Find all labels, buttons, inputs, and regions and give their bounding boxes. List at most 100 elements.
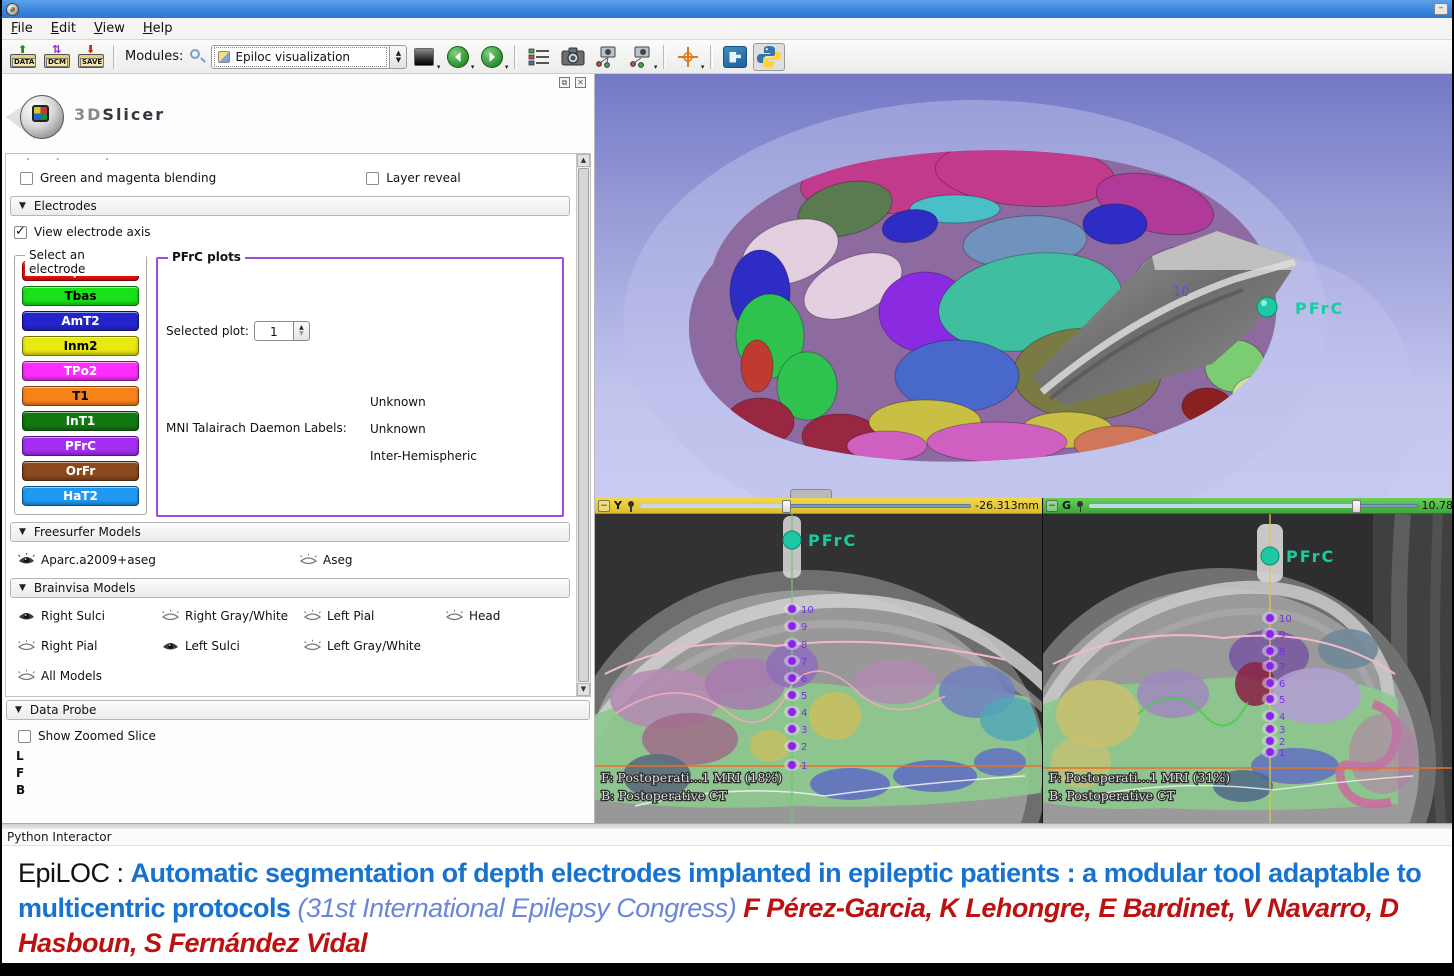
electrode-button-t1[interactable]: T1 [22,386,139,406]
slice-yellow-header: − Y -26.313mm [595,498,1042,514]
eye-open-icon [18,609,35,623]
module-selector-combobox[interactable]: Epiloc visualization ▲▼ [211,45,407,69]
model-label: Aseg [323,553,352,567]
threed-view[interactable]: 10 PFrC [595,74,1454,498]
contact-number: 5 [801,691,807,702]
load-data-icon: ⬆ DATA [10,46,36,68]
slider-handle[interactable] [782,500,791,513]
contact-number: 2 [1279,737,1285,748]
collapse-button[interactable]: − [598,500,610,512]
eye-closed-icon [446,609,463,623]
pin-icon[interactable] [1075,500,1085,512]
scrollbar-thumb[interactable] [578,168,589,682]
show-zoomed-slice-checkbox[interactable] [18,730,31,743]
model-2-toggle[interactable]: Left Pial [304,609,446,623]
load-data-button[interactable]: ⬆ DATA [7,43,39,71]
foreground-layer-label: F: Postoperati...1 MRI (31%) [1049,770,1230,785]
dicom-icon: ⇅ DCM [44,46,70,68]
minimize-button[interactable]: – [1434,3,1448,15]
logo-text-slicer: Slicer [102,105,165,124]
view-electrode-axis-checkbox[interactable] [14,226,27,239]
contact-marker [1266,647,1275,656]
collapse-triangle-icon: ▼ [19,583,26,593]
contact-marker [1266,614,1275,623]
section-brainvisa[interactable]: ▼ Brainvisa Models [10,578,570,598]
python-interactor-button[interactable] [753,43,785,71]
contact-marker [788,640,797,649]
section-freesurfer[interactable]: ▼ Freesurfer Models [10,522,570,542]
contact-number: 8 [1279,647,1285,658]
python-interactor-title[interactable]: Python Interactor [2,829,1452,846]
green-magenta-checkbox[interactable] [20,172,33,185]
electrode-button-tbas[interactable]: Tbas [22,286,139,306]
panel-scrollbar[interactable]: ▲ ▼ [576,154,590,696]
electrode-label-3d: PFrC [1295,299,1344,318]
slice-view-yellow[interactable]: − Y -26.313mm [595,498,1043,823]
contact-number: 9 [801,622,807,633]
mni-labels-caption: MNI Talairach Daemon Labels: [166,421,347,435]
module-search-icon[interactable] [189,48,207,66]
electrode-button-amt2[interactable]: AmT2 [22,311,139,331]
electrode-button-int1[interactable]: InT1 [22,411,139,431]
contact-marker [1266,737,1275,746]
crosshair-button[interactable]: ▾ [672,43,704,71]
module-panel: ⧉ ✕ 3DSlicer ˯ ˯ ˯ Green and magenta ble… [2,74,595,823]
extensions-button[interactable] [719,43,751,71]
section-data-probe[interactable]: ▼ Data Probe [6,700,590,720]
scroll-down-icon[interactable]: ▼ [577,683,590,696]
model-1-toggle[interactable]: Right Gray/White [162,609,304,623]
menu-file[interactable]: File [2,19,42,38]
menu-edit[interactable]: Edit [42,19,85,38]
contact-number: 8 [801,640,807,651]
section-electrodes[interactable]: ▼ Electrodes [10,196,570,216]
electrode-button-tpo2[interactable]: TPo2 [22,361,139,381]
slice-controller-tab[interactable] [790,489,832,498]
menu-help[interactable]: Help [134,19,182,38]
collapse-button[interactable]: − [1046,500,1058,512]
model-5-toggle[interactable]: Left Sulci [162,639,304,653]
up-arrow-icon: ⬆ [18,44,27,55]
model-0-toggle[interactable]: Right Sulci [18,609,162,623]
model-4-toggle[interactable]: Right Pial [18,639,162,653]
save-icon: ⬇ SAVE [78,46,104,68]
menu-view[interactable]: View [85,19,134,38]
slice-offset-slider[interactable] [640,500,971,512]
model-3-toggle[interactable]: Head [446,609,500,623]
load-dicom-button[interactable]: ⇅ DCM [41,43,73,71]
scene-view-capture-button[interactable] [591,43,623,71]
selected-plot-spinbox[interactable]: 1 ▲▼ [254,321,310,341]
slice-offset-slider[interactable] [1089,500,1417,512]
electrode-button-orfr[interactable]: OrFr [22,461,139,481]
eye-closed-icon [304,609,321,623]
slice-green-header: − G 10.78 [1043,498,1454,514]
contact-number: 3 [801,725,807,736]
model-7-toggle[interactable]: All Models [18,669,162,683]
scroll-up-icon[interactable]: ▲ [577,154,590,167]
module-icon [218,51,230,63]
slice-view-green[interactable]: − G 10.78 [1043,498,1454,823]
save-button[interactable]: ⬇ SAVE [75,43,107,71]
slider-handle[interactable] [1352,500,1361,513]
electrode-button-inm2[interactable]: Inm2 [22,336,139,356]
model-label: Right Sulci [41,609,105,623]
layer-reveal-checkbox[interactable] [366,172,379,185]
model-aseg-toggle[interactable]: Aseg [300,553,352,567]
history-back-button[interactable]: ▾ [442,43,474,71]
history-forward-button[interactable]: ▾ [476,43,508,71]
contact-number: 1 [801,761,807,772]
model-6-toggle[interactable]: Left Gray/White [304,639,446,653]
float-panel-icon[interactable]: ⧉ [559,77,570,88]
model-label: Right Pial [41,639,97,653]
close-panel-icon[interactable]: ✕ [575,77,586,88]
electrode-button-hat2[interactable]: HaT2 [22,486,139,506]
module-combo-spinner[interactable]: ▲▼ [389,45,406,69]
layout-selector-button[interactable] [523,43,555,71]
pin-icon[interactable] [626,500,636,512]
screenshot-button[interactable] [557,43,589,71]
mni-value: Unknown [370,422,477,436]
electrode-button-pfrc[interactable]: PFrC [22,436,139,456]
model-aparc-toggle[interactable]: Aparc.a2009+aseg [18,553,300,567]
collapse-triangle-icon: ▼ [15,705,22,715]
module-panel-button[interactable]: ▾ [408,43,440,71]
scene-view-restore-button[interactable]: ▾ [625,43,657,71]
